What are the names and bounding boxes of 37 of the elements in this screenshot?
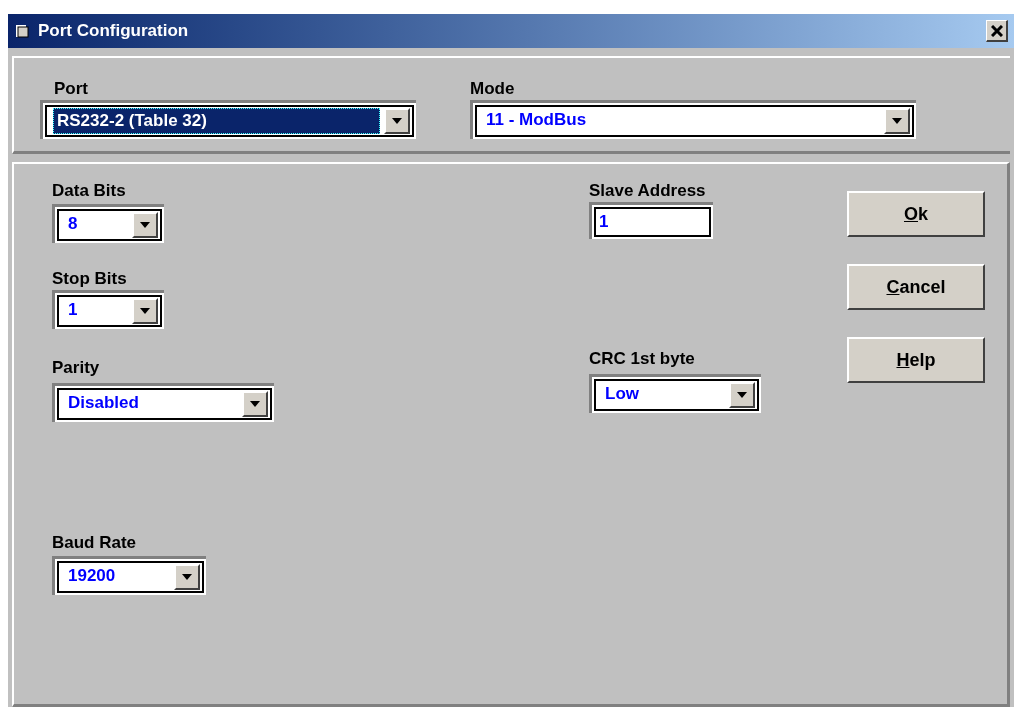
- dialog-button[interactable]: Ok: [847, 191, 985, 237]
- field-label: Mode: [470, 78, 515, 100]
- caret-icon: [182, 574, 192, 580]
- close-button[interactable]: [986, 20, 1008, 42]
- dropdown-arrow-button[interactable]: [132, 212, 158, 238]
- field-label: Slave Address: [589, 180, 706, 202]
- field-label: Stop Bits: [52, 268, 127, 290]
- field-label: Baud Rate: [52, 532, 137, 554]
- dropdown-arrow-button[interactable]: [729, 382, 755, 408]
- caret-icon: [737, 392, 747, 398]
- dropdown-arrow-button[interactable]: [132, 298, 158, 324]
- dropdown-arrow-button[interactable]: [174, 564, 200, 590]
- dropdown[interactable]: 19200: [57, 561, 204, 593]
- dropdown[interactable]: 11 - ModBus: [475, 105, 914, 137]
- dropdown[interactable]: Low: [594, 379, 759, 411]
- dialog-button[interactable]: Help: [847, 337, 985, 383]
- field-label: Port: [54, 78, 88, 100]
- dropdown-arrow-button[interactable]: [242, 391, 268, 417]
- input-field[interactable]: 1: [594, 207, 711, 237]
- dropdown-arrow-button[interactable]: [384, 108, 410, 134]
- caret-icon: [892, 118, 902, 124]
- caret-icon: [140, 222, 150, 228]
- dropdown-arrow-button[interactable]: [884, 108, 910, 134]
- dropdown[interactable]: 1: [57, 295, 162, 327]
- dropdown[interactable]: RS232-2 (Table 32): [45, 105, 414, 137]
- dropdown[interactable]: 8: [57, 209, 162, 241]
- field-label: Parity: [52, 357, 100, 379]
- caret-icon: [140, 308, 150, 314]
- field-label: Data Bits: [52, 180, 126, 202]
- dialog-button[interactable]: Cancel: [847, 264, 985, 310]
- caret-icon: [392, 118, 402, 124]
- close-icon: [990, 24, 1003, 37]
- window-title: Port Configuration: [38, 20, 190, 43]
- field-label: CRC 1st byte: [589, 348, 695, 370]
- window-icon: [14, 23, 30, 39]
- caret-icon: [250, 401, 260, 407]
- dropdown[interactable]: Disabled: [57, 388, 272, 420]
